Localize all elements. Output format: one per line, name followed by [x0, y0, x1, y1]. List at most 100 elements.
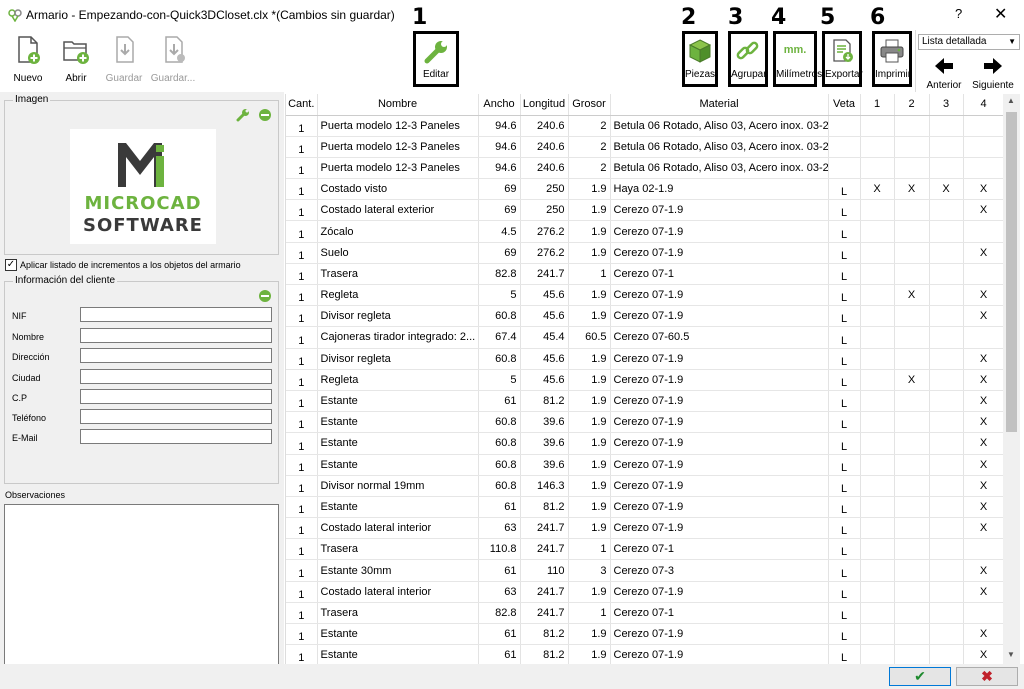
cell-length[interactable]: 276.2: [520, 220, 569, 243]
cell-material[interactable]: Cerezo 07-1.9: [610, 348, 829, 370]
cell-width[interactable]: 61: [478, 644, 521, 664]
header-length[interactable]: Longitud: [520, 94, 569, 116]
cell-col-3[interactable]: [929, 644, 964, 664]
cell-thickness[interactable]: 1.9: [568, 644, 611, 664]
cell-length[interactable]: 45.6: [520, 284, 569, 307]
cell-col-3[interactable]: [929, 390, 964, 413]
cell-material[interactable]: Betula 06 Rotado, Aliso 03, Acero inox. …: [610, 115, 829, 137]
cell-name[interactable]: Estante: [317, 496, 479, 519]
table-row[interactable]: 1 Costado visto 69 250 1.9 Haya 02-1.9 L X X X X: [286, 178, 1003, 201]
cell-length[interactable]: 45.6: [520, 348, 569, 370]
cell-material[interactable]: Cerezo 07-1: [610, 602, 829, 625]
cell-col-2[interactable]: [894, 242, 930, 264]
cell-name[interactable]: Suelo: [317, 242, 479, 264]
cell-grain[interactable]: L: [828, 199, 861, 222]
phone-field[interactable]: [80, 409, 272, 424]
table-row[interactable]: 1 Estante 61 81.2 1.9 Cerezo 07-1.9 L X: [286, 496, 1003, 519]
cell-material[interactable]: Haya 02-1.9: [610, 178, 829, 201]
table-row[interactable]: 1 Estante 30mm 61 110 3 Cerezo 07-3 L X: [286, 559, 1003, 582]
cell-material[interactable]: Cerezo 07-1.9: [610, 475, 829, 497]
cell-material[interactable]: Cerezo 07-1.9: [610, 581, 829, 603]
cell-col-4[interactable]: X: [963, 454, 1003, 476]
cell-grain[interactable]: L: [828, 178, 861, 201]
cell-col-2[interactable]: [894, 390, 930, 413]
cell-col-1[interactable]: [860, 284, 895, 307]
remove-image-icon[interactable]: [258, 108, 272, 122]
cell-material[interactable]: Cerezo 07-3: [610, 559, 829, 582]
cell-name[interactable]: Costado lateral exterior: [317, 199, 479, 222]
cell-grain[interactable]: L: [828, 581, 861, 603]
cell-thickness[interactable]: 2: [568, 136, 611, 158]
cell-thickness[interactable]: 1.9: [568, 454, 611, 476]
cell-material[interactable]: Cerezo 07-1.9: [610, 432, 829, 455]
cell-col-2[interactable]: [894, 326, 930, 349]
cell-width[interactable]: 61: [478, 390, 521, 413]
cell-name[interactable]: Estante: [317, 432, 479, 455]
cell-qty[interactable]: 1: [286, 369, 318, 391]
header-col-3[interactable]: 3: [929, 94, 964, 116]
open-button[interactable]: Abrir: [56, 32, 96, 88]
table-row[interactable]: 1 Trasera 82.8 241.7 1 Cerezo 07-1 L: [286, 602, 1003, 625]
table-row[interactable]: 1 Regleta 5 45.6 1.9 Cerezo 07-1.9 L X X: [286, 284, 1003, 307]
cell-qty[interactable]: 1: [286, 475, 318, 497]
cell-material[interactable]: Cerezo 07-1: [610, 263, 829, 286]
cell-name[interactable]: Puerta modelo 12-3 Paneles: [317, 157, 479, 180]
cell-qty[interactable]: 1: [286, 115, 318, 137]
cell-thickness[interactable]: 1.9: [568, 242, 611, 264]
cell-name[interactable]: Trasera: [317, 602, 479, 625]
cell-length[interactable]: 45.6: [520, 305, 569, 328]
cell-thickness[interactable]: 1.9: [568, 411, 611, 434]
cell-col-2[interactable]: [894, 496, 930, 519]
cell-col-4[interactable]: X: [963, 369, 1003, 391]
cell-col-4[interactable]: X: [963, 559, 1003, 582]
cell-qty[interactable]: 1: [286, 644, 318, 664]
cell-grain[interactable]: [828, 136, 861, 158]
cell-grain[interactable]: L: [828, 263, 861, 286]
table-row[interactable]: 1 Estante 60.8 39.6 1.9 Cerezo 07-1.9 L X: [286, 432, 1003, 455]
table-row[interactable]: 1 Divisor regleta 60.8 45.6 1.9 Cerezo 07-1.9…: [286, 305, 1003, 328]
cell-thickness[interactable]: 1.9: [568, 475, 611, 497]
scroll-up-icon[interactable]: ▲: [1007, 96, 1015, 105]
cell-col-2[interactable]: [894, 517, 930, 540]
cell-length[interactable]: 250: [520, 199, 569, 222]
cell-col-2[interactable]: [894, 454, 930, 476]
cell-col-2[interactable]: [894, 348, 930, 370]
cell-col-3[interactable]: [929, 475, 964, 497]
cell-material[interactable]: Cerezo 07-1.9: [610, 517, 829, 540]
cell-name[interactable]: Estante: [317, 644, 479, 664]
header-col-1[interactable]: 1: [860, 94, 895, 116]
header-qty[interactable]: Cant.: [286, 94, 318, 116]
table-row[interactable]: 1 Divisor regleta 60.8 45.6 1.9 Cerezo 07-1.9…: [286, 348, 1003, 370]
scroll-down-icon[interactable]: ▼: [1007, 650, 1015, 659]
cell-col-3[interactable]: [929, 348, 964, 370]
nif-field[interactable]: [80, 307, 272, 322]
cell-qty[interactable]: 1: [286, 581, 318, 603]
cell-material[interactable]: Cerezo 07-1.9: [610, 284, 829, 307]
cell-col-4[interactable]: X: [963, 242, 1003, 264]
cell-grain[interactable]: L: [828, 454, 861, 476]
cell-col-2[interactable]: [894, 432, 930, 455]
cell-qty[interactable]: 1: [286, 242, 318, 264]
cell-col-1[interactable]: [860, 157, 895, 180]
cell-col-3[interactable]: [929, 242, 964, 264]
cell-col-3[interactable]: [929, 284, 964, 307]
cell-qty[interactable]: 1: [286, 348, 318, 370]
cell-col-2[interactable]: [894, 220, 930, 243]
table-row[interactable]: 1 Cajoneras tirador integrado: 2... 67.4 45…: [286, 326, 1003, 349]
cell-col-1[interactable]: X: [860, 178, 895, 201]
scroll-thumb[interactable]: [1006, 112, 1017, 432]
table-row[interactable]: 1 Estante 61 81.2 1.9 Cerezo 07-1.9 L X: [286, 390, 1003, 413]
cell-name[interactable]: Estante: [317, 623, 479, 646]
edit-button[interactable]: Editar: [413, 31, 459, 87]
cell-col-2[interactable]: [894, 263, 930, 286]
cell-thickness[interactable]: 1.9: [568, 220, 611, 243]
cell-col-2[interactable]: [894, 115, 930, 137]
cell-thickness[interactable]: 1.9: [568, 305, 611, 328]
pieces-button[interactable]: Piezas: [682, 31, 718, 87]
header-width[interactable]: Ancho: [478, 94, 521, 116]
view-mode-select[interactable]: Lista detallada ▼: [918, 34, 1020, 50]
cell-length[interactable]: 241.7: [520, 263, 569, 286]
table-row[interactable]: 1 Trasera 82.8 241.7 1 Cerezo 07-1 L: [286, 263, 1003, 286]
cell-col-1[interactable]: [860, 432, 895, 455]
cell-col-1[interactable]: [860, 623, 895, 646]
